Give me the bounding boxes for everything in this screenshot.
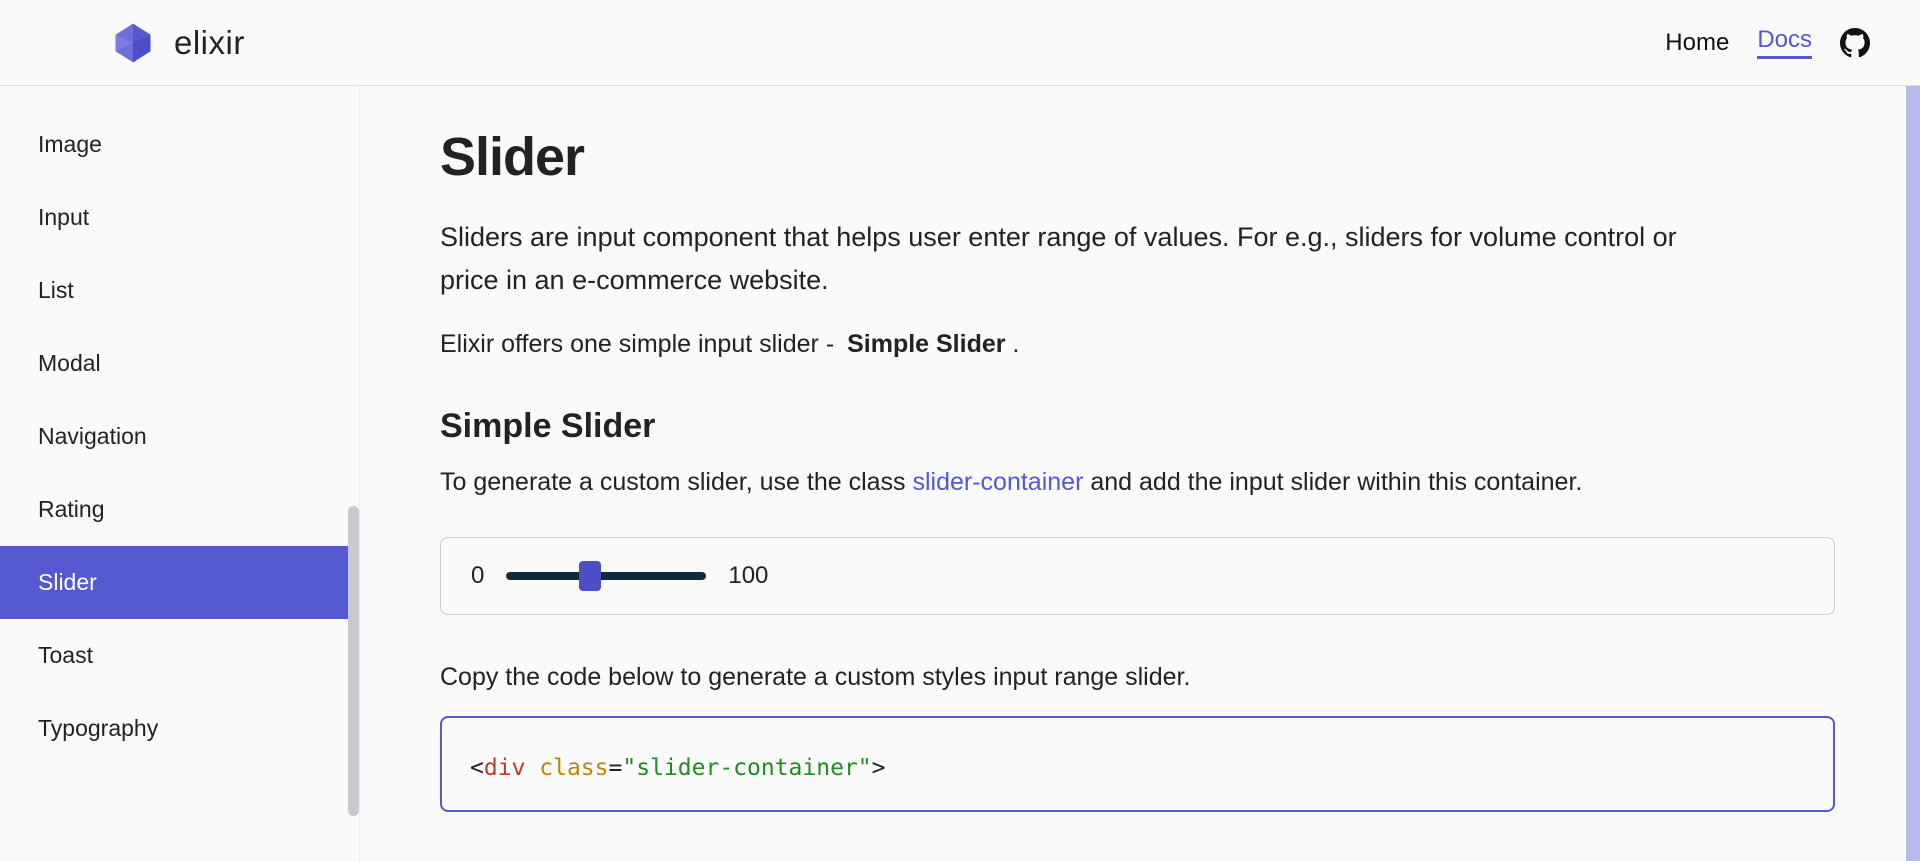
- page-description: Sliders are input component that helps u…: [440, 216, 1740, 302]
- brand-name: elixir: [174, 24, 245, 62]
- copy-instruction: Copy the code below to generate a custom…: [440, 663, 1840, 692]
- code-lt: <: [470, 755, 484, 781]
- offers-bold: Simple Slider: [847, 330, 1005, 358]
- header: elixir Home Docs: [0, 0, 1920, 86]
- slider-demo-container: 0 100: [440, 537, 1835, 615]
- slider-max-label: 100: [728, 562, 768, 590]
- page-title: Slider: [440, 126, 1840, 188]
- slider-track[interactable]: [506, 572, 706, 580]
- offers-text: Elixir offers one simple input slider - …: [440, 330, 1840, 359]
- elixir-logo-icon: [110, 20, 156, 66]
- section-description: To generate a custom slider, use the cla…: [440, 468, 1840, 497]
- offers-suffix: .: [1005, 330, 1019, 358]
- section-desc-pre: To generate a custom slider, use the cla…: [440, 468, 912, 496]
- sidebar-item-navigation[interactable]: Navigation: [0, 400, 359, 473]
- sidebar-item-toast[interactable]: Toast: [0, 619, 359, 692]
- sidebar-item-slider[interactable]: Slider: [0, 546, 359, 619]
- nav-home[interactable]: Home: [1665, 29, 1729, 57]
- code-val: slider-container: [636, 755, 858, 781]
- code-tag: div: [484, 755, 526, 781]
- right-scrollbar[interactable]: [1906, 86, 1920, 861]
- code-gt: >: [872, 755, 886, 781]
- main-content: Slider Sliders are input component that …: [360, 86, 1920, 861]
- sidebar: ImageInputListModalNavigationRatingSlide…: [0, 86, 360, 861]
- sidebar-item-typography[interactable]: Typography: [0, 692, 359, 765]
- code-q2: ": [858, 755, 872, 781]
- sidebar-item-image[interactable]: Image: [0, 108, 359, 181]
- code-q1: ": [622, 755, 636, 781]
- top-nav: Home Docs: [1665, 26, 1870, 59]
- sidebar-item-rating[interactable]: Rating: [0, 473, 359, 546]
- sidebar-item-list[interactable]: List: [0, 254, 359, 327]
- slider-min-label: 0: [471, 562, 484, 590]
- section-title: Simple Slider: [440, 407, 1840, 446]
- sidebar-item-input[interactable]: Input: [0, 181, 359, 254]
- sidebar-item-modal[interactable]: Modal: [0, 327, 359, 400]
- offers-prefix: Elixir offers one simple input slider -: [440, 330, 841, 358]
- code-attr: class: [539, 755, 608, 781]
- code-snippet[interactable]: <div class="slider-container">: [440, 716, 1835, 811]
- section-desc-post: and add the input slider within this con…: [1083, 468, 1582, 496]
- code-eq: =: [609, 755, 623, 781]
- github-icon[interactable]: [1840, 28, 1870, 58]
- nav-docs[interactable]: Docs: [1757, 26, 1812, 59]
- slider-thumb[interactable]: [579, 561, 601, 591]
- logo[interactable]: elixir: [110, 20, 245, 66]
- section-desc-highlight: slider-container: [912, 468, 1083, 496]
- sidebar-scrollbar[interactable]: [348, 506, 359, 816]
